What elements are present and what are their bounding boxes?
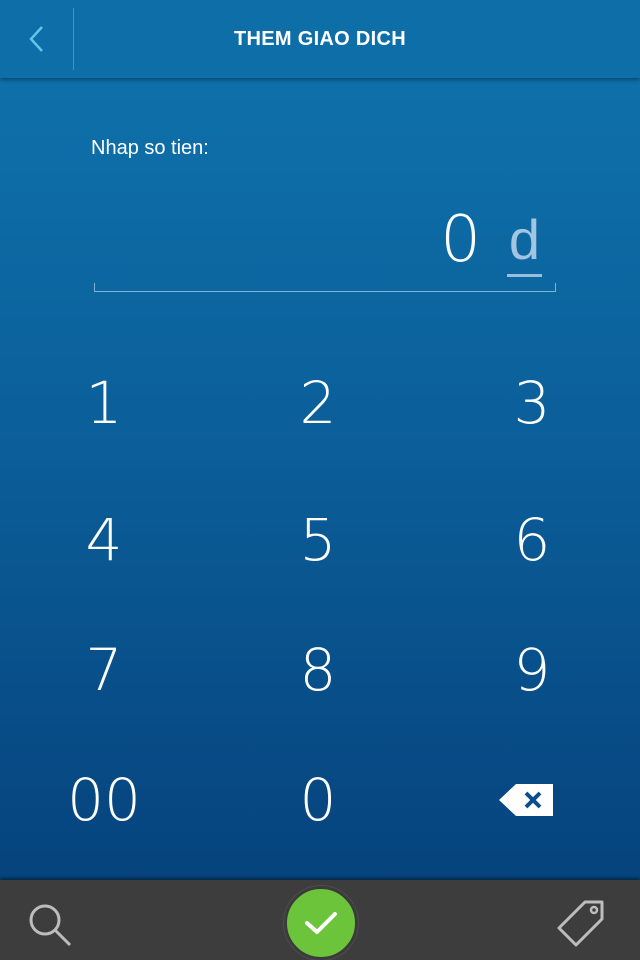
key-4[interactable]: 4: [14, 480, 194, 600]
top-bar: THEM GIAO DICH: [0, 0, 640, 78]
backspace-button[interactable]: [436, 740, 616, 860]
amount-field[interactable]: 0 d: [94, 200, 556, 292]
backspace-icon: [499, 784, 553, 816]
key-2[interactable]: 2: [228, 343, 408, 463]
amount-label: Nhap so tien:: [91, 137, 209, 159]
tag-button[interactable]: [548, 892, 612, 956]
currency-symbol: d: [506, 208, 542, 277]
amount-underline: [94, 283, 556, 292]
numeric-keypad: 1 2 3 4 5 6 7 8 9 00 0: [0, 340, 640, 870]
page-title: THEM GIAO DICH: [234, 27, 406, 50]
chevron-left-icon: [29, 26, 43, 52]
key-9[interactable]: 9: [442, 610, 622, 730]
back-button[interactable]: [0, 0, 74, 78]
search-icon: [29, 904, 72, 947]
key-5[interactable]: 5: [228, 480, 408, 600]
search-button[interactable]: [20, 895, 80, 955]
key-7[interactable]: 7: [14, 610, 194, 730]
key-1[interactable]: 1: [14, 343, 194, 463]
key-6[interactable]: 6: [442, 480, 622, 600]
checkmark-icon: [305, 912, 337, 934]
amount-value: 0: [440, 203, 481, 277]
key-8[interactable]: 8: [228, 610, 408, 730]
key-3[interactable]: 3: [442, 343, 622, 463]
key-0[interactable]: 0: [228, 740, 408, 860]
tag-icon: [557, 900, 604, 947]
confirm-button[interactable]: [284, 886, 358, 960]
key-00[interactable]: 00: [14, 740, 194, 860]
